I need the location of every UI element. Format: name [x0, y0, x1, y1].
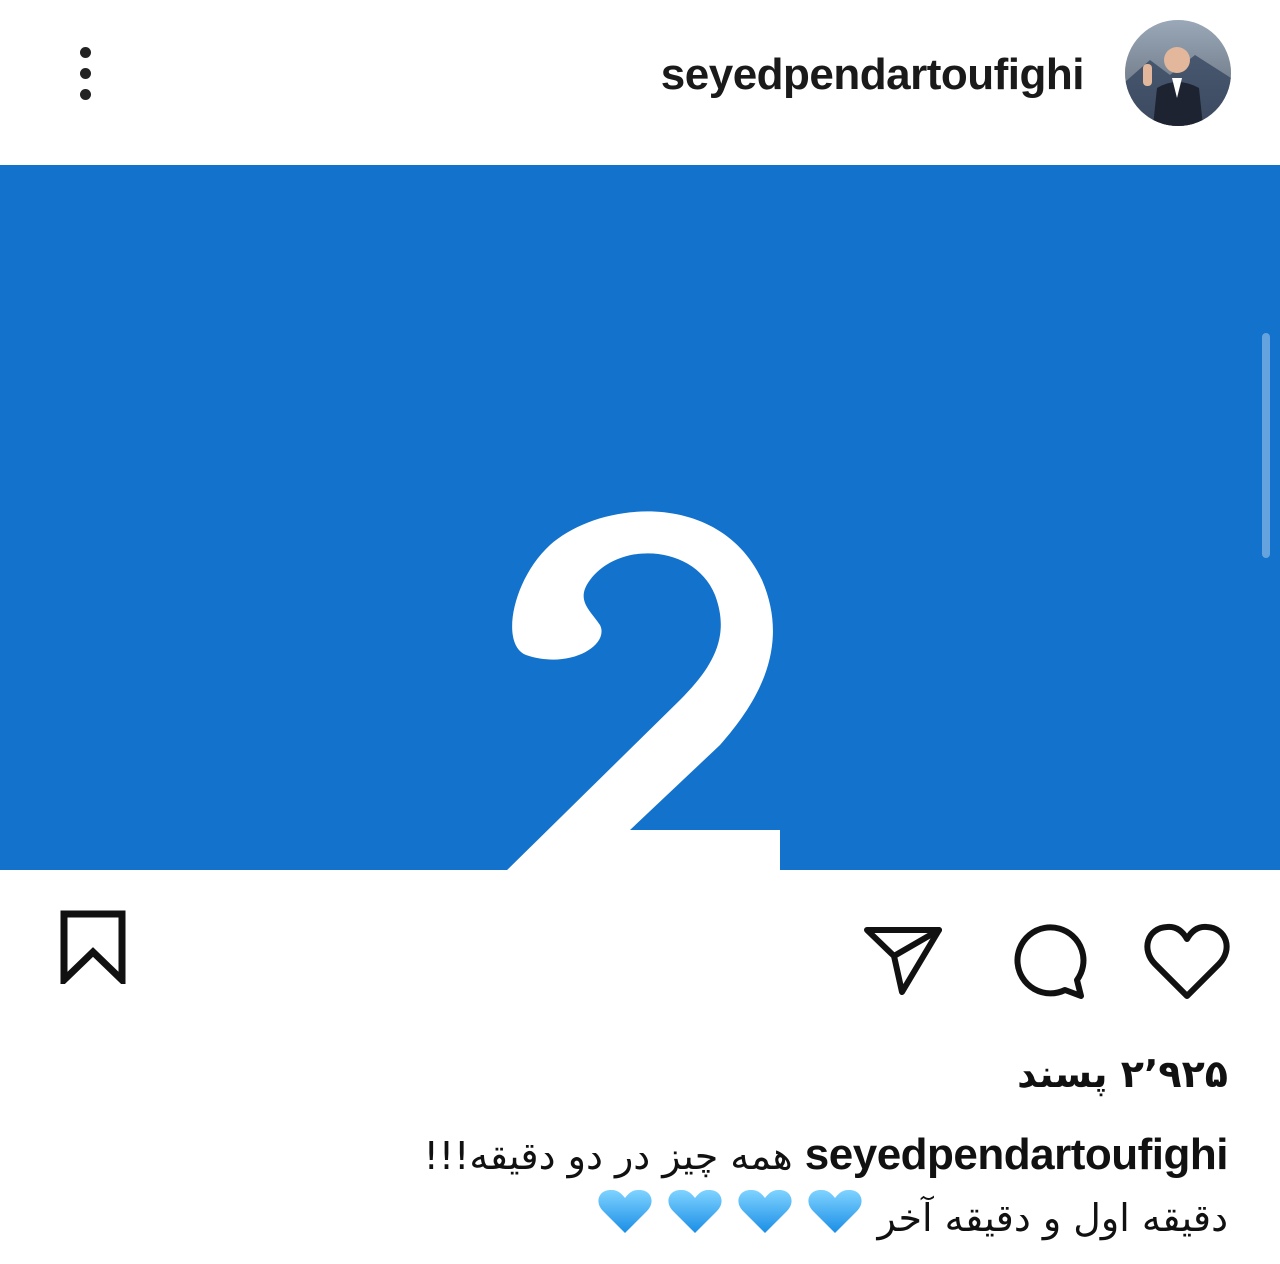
more-dot	[80, 89, 91, 100]
avatar-image	[1125, 20, 1231, 126]
blue-heart-emoji-icon	[598, 1189, 652, 1233]
profile-avatar[interactable]	[1125, 20, 1231, 126]
action-bar	[0, 870, 1280, 1020]
post-image[interactable]	[0, 165, 1280, 875]
caption-line-2: دقیقه اول و دقیقه آخر	[48, 1187, 1228, 1253]
heart-icon[interactable]	[1143, 922, 1231, 1007]
bookmark-icon[interactable]	[58, 910, 128, 989]
more-dot	[80, 68, 91, 79]
blue-heart-emoji-icon	[738, 1189, 792, 1233]
post-header: seyedpendartoufighi	[0, 0, 1280, 165]
caption-line-1: seyedpendartoufighi همه چیز در دو دقیقه!…	[48, 1124, 1229, 1187]
number-two-graphic	[502, 511, 780, 875]
comment-icon[interactable]	[1005, 922, 1087, 1005]
likes-count[interactable]: ۲٬۹۲۵ پسند	[1017, 1052, 1228, 1096]
post-caption: seyedpendartoufighi همه چیز در دو دقیقه!…	[48, 1124, 1229, 1253]
caption-username[interactable]: seyedpendartoufighi	[805, 1130, 1229, 1179]
more-options-button[interactable]	[62, 38, 110, 110]
blue-heart-emoji-icon	[808, 1189, 862, 1233]
more-vertical-icon	[80, 47, 91, 58]
caption-text-2: دقیقه اول و دقیقه آخر	[877, 1196, 1229, 1240]
scrollbar-thumb[interactable]	[1262, 333, 1270, 558]
caption-text-1: همه چیز در دو دقیقه!!!	[423, 1134, 793, 1178]
post-username[interactable]: seyedpendartoufighi	[661, 50, 1085, 100]
blue-heart-emojis	[597, 1189, 865, 1253]
blue-heart-emoji-icon	[668, 1189, 722, 1233]
send-icon[interactable]	[862, 922, 944, 1003]
